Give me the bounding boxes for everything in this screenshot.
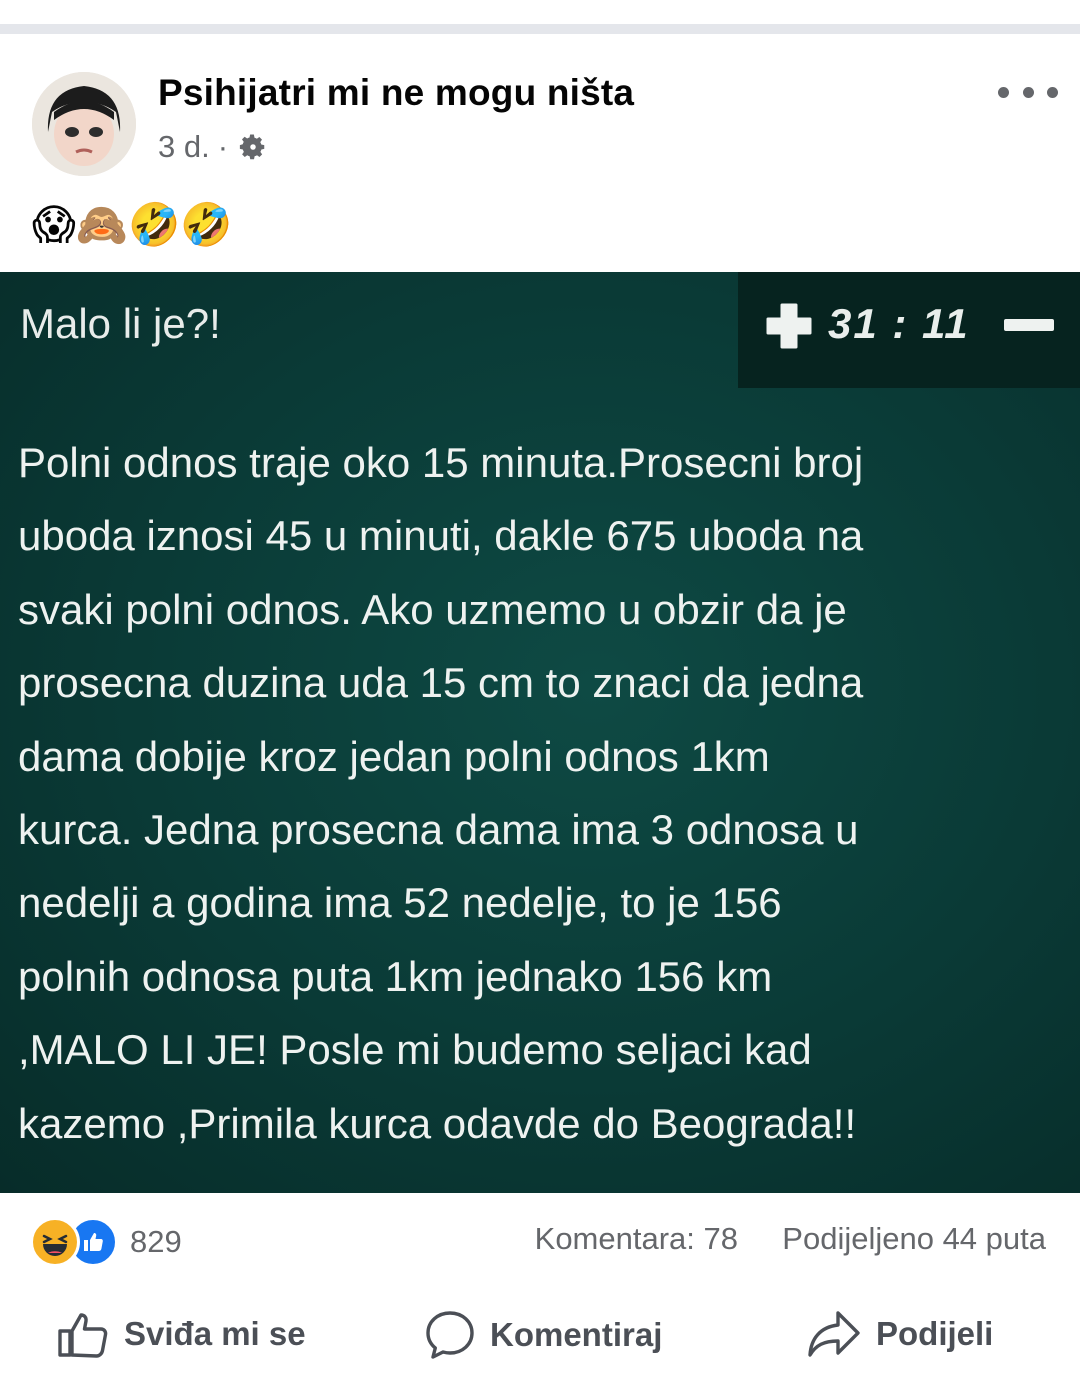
- more-dot: [1022, 86, 1034, 98]
- plus-icon: [766, 303, 812, 349]
- image-title: Malo li je?!: [20, 300, 221, 347]
- page-name[interactable]: Psihijatri mi ne mogu ništa: [158, 72, 634, 114]
- top-divider: [0, 24, 1080, 34]
- minus-icon: [1004, 319, 1054, 331]
- meta-separator: ·: [217, 129, 229, 164]
- like-label: Sviđa mi se: [124, 1315, 306, 1352]
- more-options-button[interactable]: [998, 82, 1058, 102]
- post-header: Psihijatri mi ne mogu ništa 3 d. · 😱🙈🤣🤣: [0, 34, 1080, 274]
- reactions-summary[interactable]: 829: [30, 1217, 182, 1267]
- like-button[interactable]: Sviđa mi se: [56, 1309, 306, 1359]
- more-dot: [998, 86, 1009, 98]
- shares-count[interactable]: Podijeljeno 44 puta: [782, 1221, 1046, 1257]
- post-actions: Sviđa mi se Komentiraj Podijeli: [0, 1283, 1080, 1393]
- gear-icon: [239, 134, 265, 160]
- score-text: 31 : 11: [828, 300, 970, 347]
- reaction-count: 829: [130, 1224, 182, 1259]
- share-arrow-icon: [808, 1311, 860, 1357]
- avatar[interactable]: [32, 72, 136, 176]
- avatar-image: [32, 72, 136, 176]
- more-dot: [1047, 86, 1058, 98]
- post-time[interactable]: 3 d.: [158, 129, 210, 165]
- caption-emojis: 😱🙈🤣🤣: [32, 201, 233, 248]
- comments-count[interactable]: Komentara: 78: [535, 1221, 738, 1257]
- comment-button[interactable]: Komentiraj: [424, 1309, 662, 1361]
- post-meta: 3 d. ·: [158, 129, 268, 165]
- post-stats: 829 Komentara: 78 Podijeljeno 44 puta: [0, 1193, 1080, 1283]
- share-button[interactable]: Podijeli: [806, 1309, 993, 1359]
- thumbs-up-icon: [58, 1313, 108, 1358]
- share-label: Podijeli: [876, 1315, 994, 1352]
- image-body-text: Polni odnos traje oko 15 minuta.Prosecni…: [18, 439, 864, 1147]
- comment-label: Komentiraj: [490, 1316, 663, 1353]
- comment-icon: [426, 1311, 474, 1359]
- haha-reaction-icon: [30, 1217, 80, 1267]
